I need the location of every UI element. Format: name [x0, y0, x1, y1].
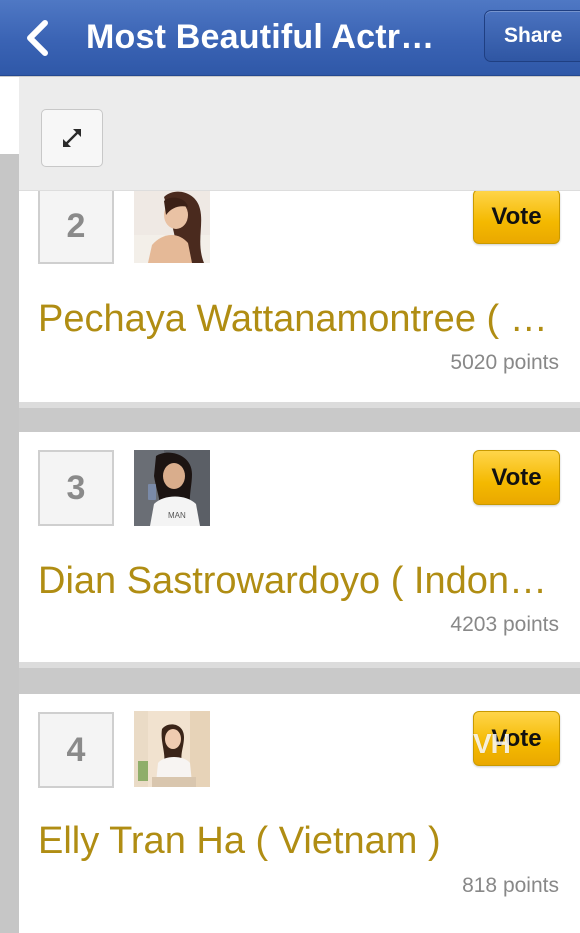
- portrait-image: [134, 711, 210, 787]
- avatar[interactable]: [134, 711, 210, 787]
- list-item: 2 Vote Pechaya Wattanamontree ( … 5020 p…: [19, 154, 580, 408]
- portrait-image: MAN: [134, 450, 210, 526]
- points-label: 5020 points: [450, 351, 559, 374]
- expand-arrows-icon: [63, 129, 81, 147]
- navigation-bar: Most Beautiful Actr… Share: [0, 0, 580, 76]
- points-label: 4203 points: [450, 613, 559, 636]
- page-title: Most Beautiful Actr…: [86, 18, 435, 56]
- entry-name[interactable]: Elly Tran Ha ( Vietnam ): [38, 818, 580, 864]
- rank-badge: 3: [38, 450, 114, 526]
- toolbar-panel: [19, 77, 580, 191]
- avatar[interactable]: MAN: [134, 450, 210, 526]
- portrait-image: [134, 187, 210, 263]
- back-button[interactable]: [14, 14, 60, 62]
- vote-button[interactable]: Vote: [473, 450, 560, 505]
- chevron-left-icon: [27, 20, 48, 56]
- rank-badge: 2: [38, 188, 114, 264]
- svg-text:MAN: MAN: [168, 511, 186, 520]
- avatar[interactable]: [134, 187, 210, 263]
- rank-badge: 4: [38, 712, 114, 788]
- expand-button[interactable]: [41, 109, 103, 167]
- entry-name[interactable]: Pechaya Wattanamontree ( …: [38, 296, 580, 342]
- vote-button[interactable]: Vote: [473, 189, 560, 244]
- list-item: 3 MAN Vote Dian Sastrowardoyo ( Indon… 4…: [19, 432, 580, 668]
- share-button[interactable]: Share: [484, 10, 580, 62]
- watermark: VH: [473, 728, 511, 759]
- entry-name[interactable]: Dian Sastrowardoyo ( Indon…: [38, 558, 580, 604]
- points-label: 818 points: [462, 874, 559, 897]
- left-gutter: [0, 154, 19, 933]
